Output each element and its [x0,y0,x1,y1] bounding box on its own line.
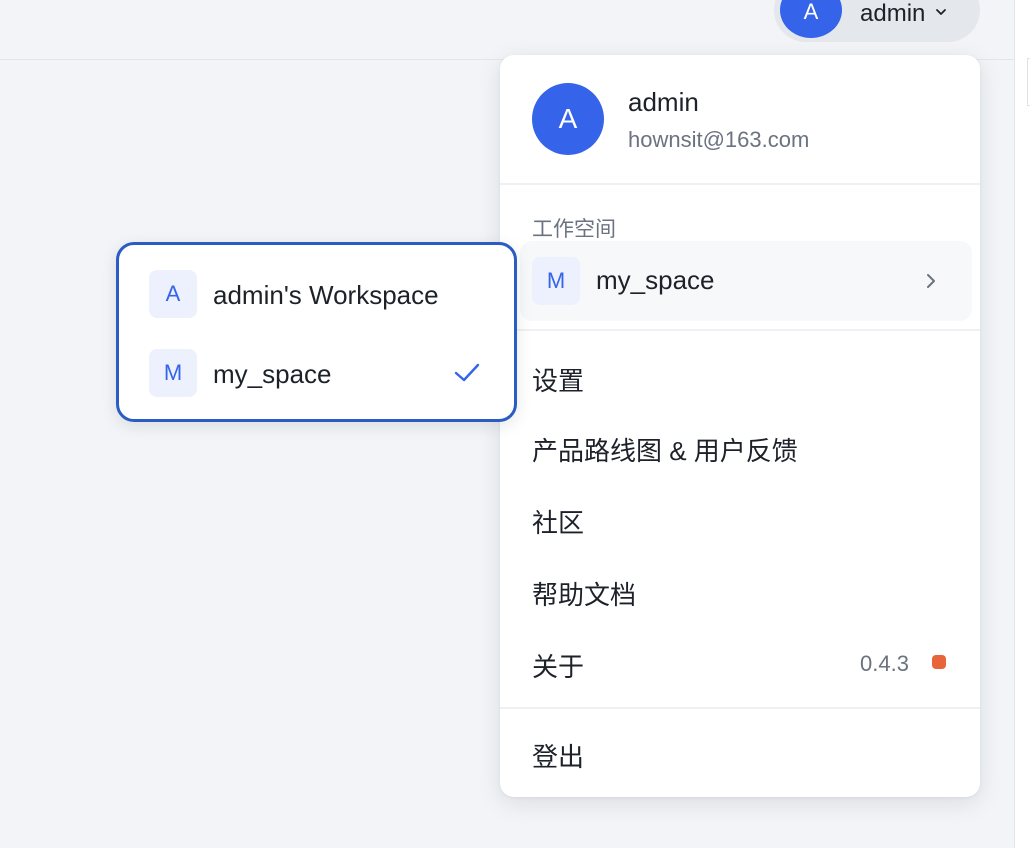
version-label: 0.4.3 [860,651,909,676]
menu-item-help-docs[interactable]: 帮助文档 [532,575,636,612]
menu-item-about[interactable]: 关于 [532,647,584,684]
menu-item-settings[interactable]: 设置 [532,361,584,398]
check-icon [454,363,480,382]
chevron-right-icon [927,274,935,288]
right-panel-edge [1014,0,1030,848]
profile-avatar: A [532,83,604,155]
user-dropdown-menu: A admin hownsit@163.com 工作空间 M my_space … [500,55,980,797]
user-profile-header: A admin hownsit@163.com [500,55,980,184]
workspace-section-label: 工作空间 [532,218,616,241]
workspace-badge: M [149,349,197,397]
workspace-switcher-submenu: A admin's Workspace M my_space [116,242,517,422]
menu-item-community[interactable]: 社区 [532,503,584,540]
username-label: admin [860,0,926,27]
divider [500,329,980,331]
divider [500,183,980,185]
workspace-badge: A [149,270,197,318]
current-workspace-item[interactable]: M my_space [520,241,972,321]
avatar: A [780,0,842,38]
workspace-option-name: admin's Workspace [213,280,439,310]
workspace-option-my-space[interactable]: M my_space [149,349,489,399]
divider [500,707,980,709]
workspace-option-name: my_space [213,359,332,389]
workspace-badge: M [532,257,580,305]
menu-item-roadmap-feedback[interactable]: 产品路线图 & 用户反馈 [532,431,798,468]
profile-name: admin [628,87,699,117]
user-menu-trigger[interactable]: A admin [774,0,980,42]
chevron-down-icon [936,9,947,15]
profile-email: hownsit@163.com [628,127,810,152]
current-workspace-name: my_space [596,265,715,295]
workspace-option-admin[interactable]: A admin's Workspace [149,270,489,320]
logout-button[interactable]: 登出 [532,737,584,774]
update-indicator-dot [932,655,946,669]
